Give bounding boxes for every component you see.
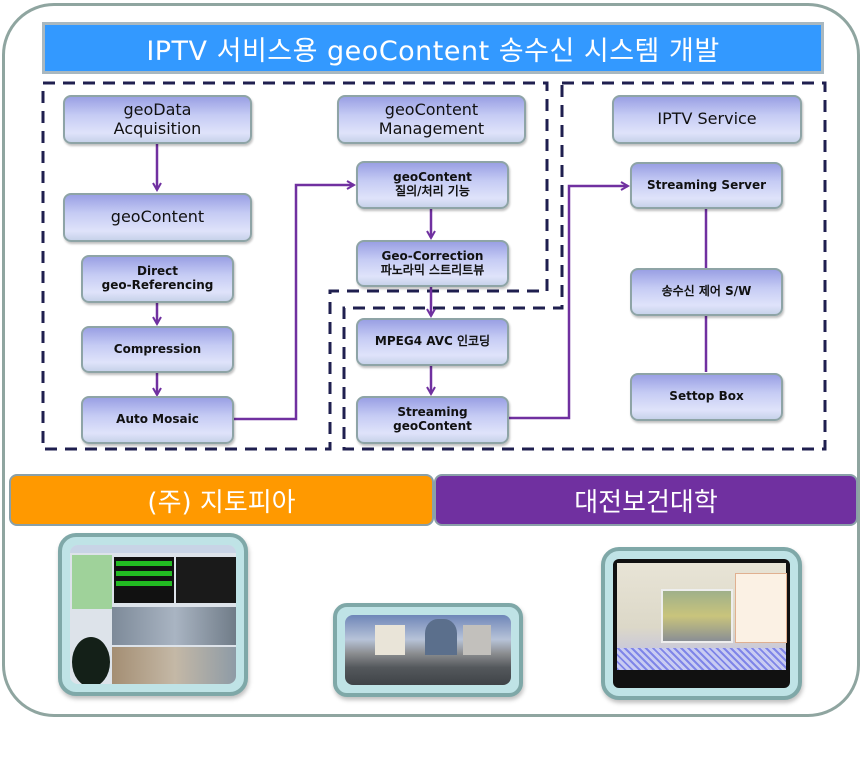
node-geocontent-management: geoContent Management (337, 95, 526, 144)
org-label-gitopia: (주) 지토피아 (9, 474, 434, 526)
node-query-processing: geoContent 질의/처리 기능 (356, 161, 509, 209)
iptv-map-display (601, 547, 802, 700)
node-geocontent: geoContent (63, 193, 252, 242)
node-streaming-geocontent: Streaming geoContent (356, 396, 509, 444)
node-geodata-acquisition: geoData Acquisition (63, 95, 252, 144)
software-screen (70, 545, 236, 684)
node-settop-box: Settop Box (630, 373, 783, 421)
node-iptv-service: IPTV Service (612, 95, 802, 144)
panorama-screen (345, 615, 511, 685)
arrow-mosaic-to-query (234, 185, 354, 421)
node-mpeg4-encoding: MPEG4 AVC 인코딩 (356, 318, 509, 366)
org-label-daejeon-health-college: 대전보건대학 (434, 474, 858, 526)
node-geo-correction: Geo-Correction 파노라믹 스트리트뷰 (356, 240, 509, 287)
node-compression: Compression (81, 326, 234, 373)
node-control-sw: 송수신 제어 S/W (630, 268, 783, 316)
arrow-streaming-to-server (508, 186, 628, 420)
node-auto-mosaic: Auto Mosaic (81, 396, 234, 444)
tv-screen (613, 559, 790, 688)
node-direct-georeferencing: Direct geo-Referencing (81, 255, 234, 303)
mobile-mapping-software-screenshot (58, 533, 248, 696)
panoramic-street-view-image (333, 603, 523, 697)
node-streaming-server: Streaming Server (630, 162, 783, 209)
